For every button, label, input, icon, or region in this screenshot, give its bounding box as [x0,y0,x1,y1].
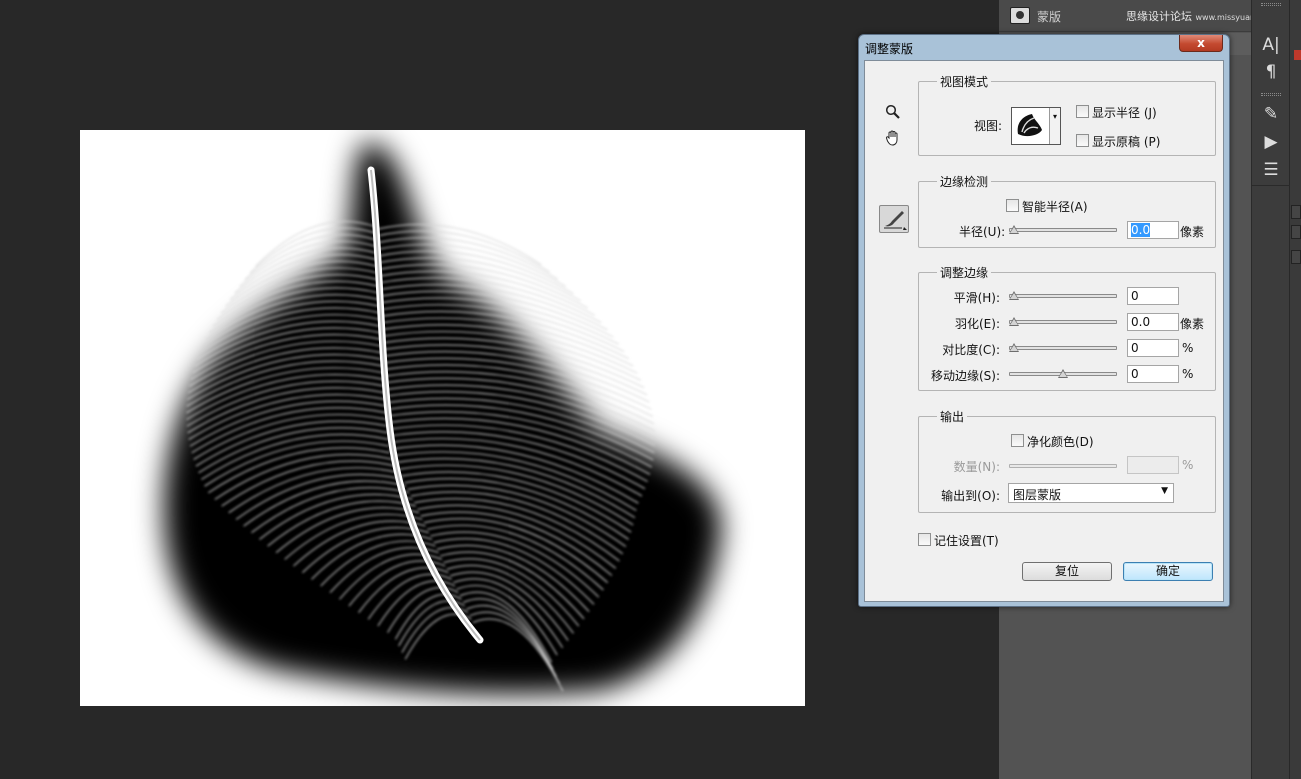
output-to-label: 输出到(O): [941,489,1000,503]
magnifier-icon [885,104,900,119]
dialog-body: 视图模式 视图: ▾ 显示半径 (J) 显示原稿 (P) 边缘检测 智能半径(A… [864,60,1224,602]
type-tool-icon[interactable]: A| [1258,33,1284,57]
slider-track [1009,320,1117,324]
amount-unit: % [1182,458,1194,472]
feather-label: 羽化(E): [955,317,1000,331]
adjust-edge-group: 调整边缘 平滑(H): 0 羽化(E): 0.0 像素 对比度(C): 0 % [918,264,1216,391]
ok-button[interactable]: 确定 [1123,562,1213,581]
brushes-icon[interactable]: ✎ [1258,102,1284,126]
adjust-sliders-icon[interactable]: ☰ [1258,158,1284,182]
output-to-select[interactable]: 图层蒙版 ▼ [1008,483,1174,503]
slider-thumb[interactable] [1009,291,1019,301]
hand-icon [886,130,898,146]
hand-tool[interactable] [880,129,906,153]
adjust-edge-legend: 调整边缘 [937,264,992,281]
edge-button[interactable] [1291,225,1301,239]
paragraph-icon[interactable]: ¶ [1258,60,1284,84]
shift-edge-label: 移动边缘(S): [930,369,1000,383]
feather-image [164,141,722,694]
show-original-label: 显示原稿 (P) [1092,135,1161,149]
feather-input[interactable]: 0.0 [1127,313,1179,331]
edge-detection-legend: 边缘检测 [937,173,992,190]
refine-brush-icon [884,211,907,230]
radius-label: 半径(U): [959,225,1006,239]
layer-mask-icon [1010,7,1030,24]
amount-input [1127,456,1179,474]
view-selector[interactable]: ▾ [1011,107,1061,145]
contrast-slider[interactable] [1009,343,1117,352]
slider-track [1009,228,1117,232]
view-label: 视图: [974,119,1003,133]
dock-separator [1252,185,1290,186]
slider-track [1009,464,1117,468]
radius-input[interactable]: 0.0 [1127,221,1179,239]
checkbox-box[interactable] [1076,134,1089,147]
chevron-down-icon[interactable]: ▾ [1049,108,1060,144]
dock-grip[interactable] [1261,3,1281,6]
layer-row[interactable]: 蒙版 思缘设计论坛 www.missyuan.com [999,0,1275,32]
watermark-text: 思缘设计论坛 [1126,10,1192,23]
smart-radius-label: 智能半径(A) [1022,200,1088,214]
refine-radius-tool[interactable] [879,205,909,233]
photoshop-workspace: 蒙版 思缘设计论坛 www.missyuan.com A| ¶ ✎ ▶ ☰ 调整… [0,0,1301,779]
panel-dock: A| ¶ ✎ ▶ ☰ [1251,0,1290,779]
decontaminate-label: 净化颜色(D) [1027,435,1094,449]
slider-thumb[interactable] [1009,317,1019,327]
document-canvas[interactable] [80,130,805,706]
shift-edge-unit: % [1182,367,1194,381]
checkbox-box[interactable] [918,533,931,546]
dock-grip[interactable] [1261,93,1281,96]
dialog-title: 调整蒙版 [865,42,914,56]
checkbox-box[interactable] [1076,105,1089,118]
radius-value: 0.0 [1131,223,1151,237]
output-legend: 输出 [937,408,968,425]
feather-unit: 像素 [1180,317,1205,331]
smooth-label: 平滑(H): [953,291,1000,305]
shift-edge-value: 0 [1131,367,1139,381]
view-mode-group: 视图模式 视图: ▾ 显示半径 (J) 显示原稿 (P) [918,73,1216,156]
amount-slider [1009,461,1117,470]
output-group: 输出 净化颜色(D) 数量(N): % 输出到(O): 图层蒙版 ▼ [918,408,1216,513]
app-edge-strip [1290,0,1301,779]
shift-edge-slider[interactable] [1009,369,1117,378]
zoom-tool[interactable] [880,103,906,127]
slider-track [1009,294,1117,298]
checkbox-box[interactable] [1011,434,1024,447]
dialog-titlebar[interactable]: 调整蒙版 x [859,35,1229,59]
edge-button[interactable] [1291,205,1301,219]
layer-name: 蒙版 [1037,10,1062,24]
close-icon: x [1197,36,1205,50]
slider-track [1009,346,1117,350]
refine-mask-dialog: 调整蒙版 x 视图模式 视图: ▾ 显示半径 (J) 显示原稿 (P) 边缘检测… [858,34,1230,607]
amount-label: 数量(N): [953,460,1000,474]
show-radius-label: 显示半径 (J) [1092,106,1157,120]
output-to-value: 图层蒙版 [1013,488,1062,502]
view-thumbnail-icon [1012,108,1046,142]
smooth-value: 0 [1131,289,1139,303]
edge-button[interactable] [1291,250,1301,264]
smooth-input[interactable]: 0 [1127,287,1179,305]
contrast-unit: % [1182,341,1194,355]
smooth-slider[interactable] [1009,291,1117,300]
radius-slider[interactable] [1009,225,1117,234]
slider-thumb[interactable] [1058,369,1068,379]
contrast-value: 0 [1131,341,1139,355]
color-swatch[interactable] [1294,50,1301,60]
feather-value: 0.0 [1131,315,1151,329]
play-action-icon[interactable]: ▶ [1258,130,1284,154]
contrast-label: 对比度(C): [942,343,1000,357]
view-mode-legend: 视图模式 [937,73,992,90]
shift-edge-input[interactable]: 0 [1127,365,1179,383]
feather-slider[interactable] [1009,317,1117,326]
checkbox-box[interactable] [1006,199,1019,212]
radius-unit: 像素 [1180,225,1205,239]
chevron-down-icon: ▼ [1161,486,1168,496]
slider-thumb[interactable] [1009,343,1019,353]
slider-thumb[interactable] [1009,225,1019,235]
reset-button[interactable]: 复位 [1022,562,1112,581]
close-button[interactable]: x [1179,35,1223,52]
remember-settings-label: 记住设置(T) [934,534,999,548]
edge-detection-group: 边缘检测 智能半径(A) 半径(U): 0.0 像素 [918,173,1216,248]
contrast-input[interactable]: 0 [1127,339,1179,357]
